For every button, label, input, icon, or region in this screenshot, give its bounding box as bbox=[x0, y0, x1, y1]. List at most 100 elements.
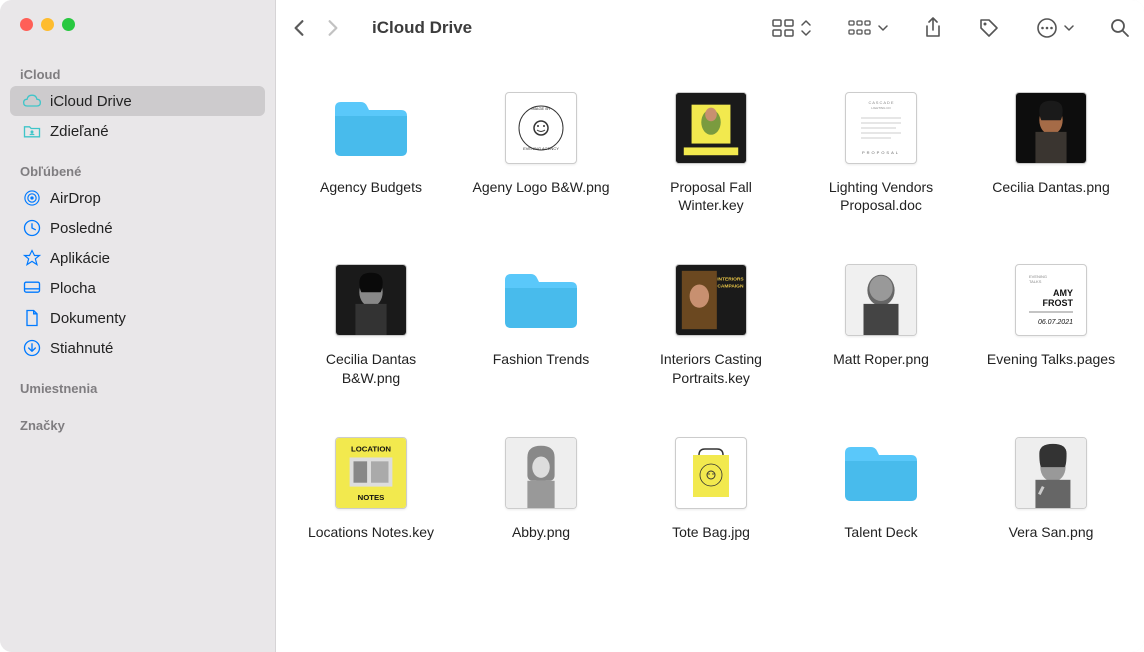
applications-icon bbox=[22, 248, 42, 268]
file-item-label: Talent Deck bbox=[844, 523, 917, 541]
file-item[interactable]: Cecilia Dantas.png bbox=[976, 86, 1126, 214]
toolbar: iCloud Drive bbox=[276, 0, 1144, 56]
desktop-icon bbox=[22, 278, 42, 298]
file-item-label: Vera San.png bbox=[1009, 523, 1094, 541]
tag-button[interactable] bbox=[978, 17, 1000, 39]
sidebar-item-label: iCloud Drive bbox=[50, 93, 132, 110]
sidebar-item-label: Plocha bbox=[50, 280, 96, 297]
downloads-icon bbox=[22, 338, 42, 358]
file-thumbnail-icon: IMAGE BY EVENING AGENCY bbox=[499, 86, 583, 170]
svg-text:INTERIORS: INTERIORS bbox=[717, 277, 744, 283]
sidebar-item-label: Dokumenty bbox=[50, 310, 126, 327]
finder-window: iCloud iCloud Drive Zdieľané Obľúbené AirDro… bbox=[0, 0, 1144, 652]
sidebar-item-label: Zdieľané bbox=[50, 123, 109, 140]
file-item[interactable]: Tote Bag.jpg bbox=[636, 431, 786, 541]
svg-text:FROST: FROST bbox=[1043, 298, 1074, 308]
forward-button[interactable] bbox=[326, 19, 340, 37]
svg-text:TALKS: TALKS bbox=[1029, 279, 1042, 284]
file-item[interactable]: Abby.png bbox=[466, 431, 616, 541]
file-item[interactable]: LOCATION NOTES Locations Notes.key bbox=[296, 431, 446, 541]
file-item[interactable]: C A S C A D ELIGHTING CO PROPOSAL Lighting… bbox=[806, 86, 956, 214]
sidebar-item-airdrop[interactable]: AirDrop bbox=[10, 183, 265, 213]
sidebar-section-header[interactable]: Značky bbox=[0, 414, 275, 437]
sidebar-item-posledné[interactable]: Posledné bbox=[10, 213, 265, 243]
svg-text:AMY: AMY bbox=[1053, 288, 1073, 298]
file-thumbnail-icon bbox=[669, 431, 753, 515]
sidebar-item-label: Aplikácie bbox=[50, 250, 110, 267]
sidebar-section-header[interactable]: Obľúbené bbox=[0, 160, 275, 183]
svg-text:IMAGE BY: IMAGE BY bbox=[531, 106, 551, 111]
file-thumbnail-icon bbox=[499, 431, 583, 515]
file-item[interactable]: Cecilia Dantas B&W.png bbox=[296, 258, 446, 386]
recents-icon bbox=[22, 218, 42, 238]
svg-text:PROPOSAL: PROPOSAL bbox=[862, 150, 900, 155]
file-item[interactable]: IMAGE BY EVENING AGENCY Ageny Logo B&W.png bbox=[466, 86, 616, 214]
file-item[interactable]: Talent Deck bbox=[806, 431, 956, 541]
svg-text:C A S C A D E: C A S C A D E bbox=[868, 100, 893, 105]
file-item-label: Evening Talks.pages bbox=[987, 350, 1115, 368]
sidebar-item-zdieľané[interactable]: Zdieľané bbox=[10, 116, 265, 146]
share-button[interactable] bbox=[924, 17, 942, 39]
file-item-label: Cecilia Dantas B&W.png bbox=[296, 350, 446, 386]
file-item-label: Tote Bag.jpg bbox=[672, 523, 750, 541]
window-controls bbox=[0, 18, 275, 31]
folder-icon bbox=[329, 86, 413, 170]
documents-icon bbox=[22, 308, 42, 328]
airdrop-icon bbox=[22, 188, 42, 208]
sidebar-item-stiahnuté[interactable]: Stiahnuté bbox=[10, 333, 265, 363]
file-thumbnail-icon bbox=[1009, 431, 1093, 515]
back-button[interactable] bbox=[292, 19, 306, 37]
file-item[interactable]: Fashion Trends bbox=[466, 258, 616, 386]
file-item-label: Agency Budgets bbox=[320, 178, 422, 196]
minimize-window-button[interactable] bbox=[41, 18, 54, 31]
file-item-label: Lighting Vendors Proposal.doc bbox=[806, 178, 956, 214]
file-thumbnail-icon bbox=[839, 258, 923, 342]
file-item[interactable]: Vera San.png bbox=[976, 431, 1126, 541]
file-item[interactable]: INTERIORSCAMPAIGN Interiors Casting Portr… bbox=[636, 258, 786, 386]
svg-text:LOCATION: LOCATION bbox=[351, 444, 391, 453]
group-button[interactable] bbox=[848, 19, 888, 37]
sidebar-item-label: AirDrop bbox=[50, 190, 101, 207]
file-item-label: Interiors Casting Portraits.key bbox=[636, 350, 786, 386]
file-thumbnail-icon: INTERIORSCAMPAIGN bbox=[669, 258, 753, 342]
folder-icon bbox=[839, 431, 923, 515]
svg-text:06.07.2021: 06.07.2021 bbox=[1038, 319, 1073, 326]
sidebar-item-dokumenty[interactable]: Dokumenty bbox=[10, 303, 265, 333]
more-button[interactable] bbox=[1036, 17, 1074, 39]
file-item[interactable]: Proposal Fall Winter.key bbox=[636, 86, 786, 214]
file-item-label: Fashion Trends bbox=[493, 350, 590, 368]
svg-text:LIGHTING CO: LIGHTING CO bbox=[871, 106, 891, 110]
sidebar-item-label: Posledné bbox=[50, 220, 113, 237]
file-item-label: Ageny Logo B&W.png bbox=[473, 178, 610, 196]
svg-text:EVENING AGENCY: EVENING AGENCY bbox=[523, 146, 559, 151]
file-item-label: Abby.png bbox=[512, 523, 570, 541]
file-item-label: Matt Roper.png bbox=[833, 350, 929, 368]
file-item[interactable]: Matt Roper.png bbox=[806, 258, 956, 386]
file-item-label: Proposal Fall Winter.key bbox=[636, 178, 786, 214]
close-window-button[interactable] bbox=[20, 18, 33, 31]
file-thumbnail-icon: C A S C A D ELIGHTING CO PROPOSAL bbox=[839, 86, 923, 170]
sidebar-item-aplikácie[interactable]: Aplikácie bbox=[10, 243, 265, 273]
window-title: iCloud Drive bbox=[372, 18, 472, 38]
search-button[interactable] bbox=[1110, 18, 1130, 38]
fullscreen-window-button[interactable] bbox=[62, 18, 75, 31]
file-item-label: Cecilia Dantas.png bbox=[992, 178, 1110, 196]
sidebar-item-icloud-drive[interactable]: iCloud Drive bbox=[10, 86, 265, 116]
file-item[interactable]: EVENINGTALKSAMYFROST06.07.2021Evening Ta… bbox=[976, 258, 1126, 386]
file-item-label: Locations Notes.key bbox=[308, 523, 434, 541]
file-thumbnail-icon bbox=[669, 86, 753, 170]
svg-text:NOTES: NOTES bbox=[358, 493, 385, 502]
sidebar-item-label: Stiahnuté bbox=[50, 340, 113, 357]
file-item[interactable]: Agency Budgets bbox=[296, 86, 446, 214]
file-grid-area: Agency Budgets IMAGE BY EVENING AGENCY Agen… bbox=[276, 56, 1144, 652]
svg-text:CAMPAIGN: CAMPAIGN bbox=[717, 284, 744, 290]
shared-folder-icon bbox=[22, 121, 42, 141]
folder-icon bbox=[499, 258, 583, 342]
file-thumbnail-icon bbox=[329, 258, 413, 342]
sidebar-section-header[interactable]: iCloud bbox=[0, 63, 275, 86]
sidebar-section-header[interactable]: Umiestnenia bbox=[0, 377, 275, 400]
main-area: iCloud Drive bbox=[276, 0, 1144, 652]
sidebar: iCloud iCloud Drive Zdieľané Obľúbené AirDro… bbox=[0, 0, 276, 652]
sidebar-item-plocha[interactable]: Plocha bbox=[10, 273, 265, 303]
view-mode-button[interactable] bbox=[772, 19, 812, 37]
